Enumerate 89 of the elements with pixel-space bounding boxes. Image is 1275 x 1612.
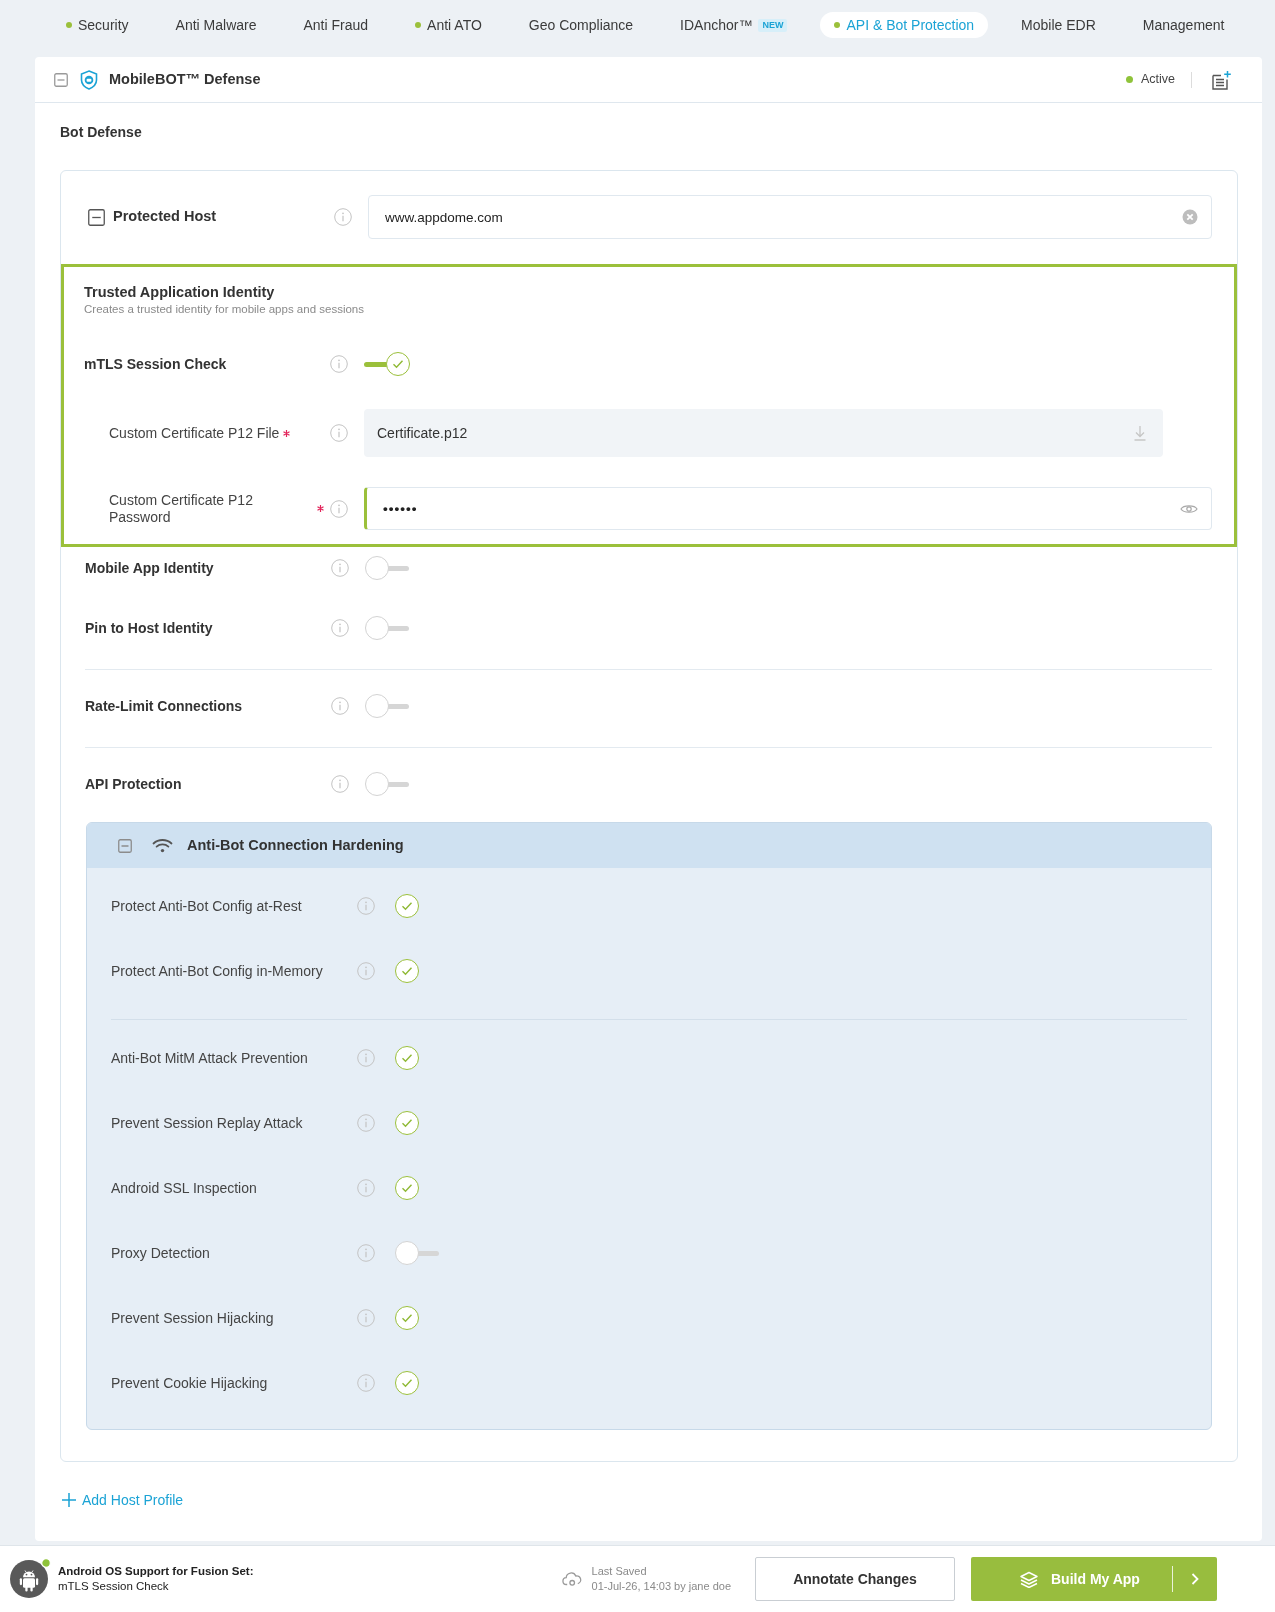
check-icon	[392, 359, 404, 369]
nav-tab[interactable]: Geo Compliance	[514, 12, 648, 38]
setting-label: Mobile App Identity	[85, 558, 214, 578]
setting-label: Prevent Session Hijacking	[111, 1309, 274, 1327]
chevron-right-icon[interactable]	[1191, 1573, 1199, 1585]
setting-label: Custom Certificate P12 File	[109, 424, 280, 442]
host-label: Protected Host	[113, 207, 217, 227]
last-saved-detail: 01-Jul-26, 14:03 by jane doe	[591, 1579, 731, 1594]
setting-label: Prevent Cookie Hijacking	[111, 1374, 268, 1392]
group-subtitle: Creates a trusted identity for mobile apps and sessions	[84, 302, 365, 317]
toggle-switch[interactable]	[395, 959, 419, 983]
password-field[interactable]: ••••••	[364, 487, 1212, 530]
info-icon[interactable]	[334, 208, 352, 226]
setting-label: Android SSL Inspection	[111, 1179, 257, 1197]
toggle-switch[interactable]	[395, 1111, 419, 1135]
new-badge: NEW	[758, 18, 788, 32]
toggle-switch[interactable]	[395, 1306, 419, 1330]
info-icon[interactable]	[357, 1374, 375, 1392]
status-dot-icon	[1125, 76, 1133, 83]
setting-label: Proxy Detection	[111, 1244, 210, 1262]
setting-label: Protect Anti-Bot Config at-Rest	[111, 897, 302, 915]
info-icon[interactable]	[331, 775, 349, 793]
section-title: Bot Defense	[60, 123, 143, 141]
add-note-icon[interactable]	[1210, 69, 1232, 90]
platform-title: Android OS Support for Fusion Set:	[58, 1564, 254, 1579]
annotate-button[interactable]: Annotate Changes	[755, 1557, 955, 1601]
wifi-icon	[152, 838, 173, 853]
platform-detail: mTLS Session Check	[58, 1579, 170, 1594]
info-icon[interactable]	[357, 1114, 375, 1132]
nav-tab[interactable]: Management	[1128, 12, 1239, 38]
setting-label: Prevent Session Replay Attack	[111, 1114, 303, 1132]
nav-tab[interactable]: IDAnchor™ NEW	[666, 12, 802, 38]
collapse-icon[interactable]	[88, 208, 105, 226]
toggle-switch[interactable]	[395, 1241, 441, 1265]
last-saved-label: Last Saved	[591, 1564, 648, 1579]
info-icon[interactable]	[331, 619, 349, 637]
nav-tab[interactable]: Anti ATO	[401, 12, 496, 38]
info-icon[interactable]	[357, 1179, 375, 1197]
info-icon[interactable]	[357, 1309, 375, 1327]
group-title: Trusted Application Identity	[84, 283, 276, 302]
toggle-switch[interactable]	[365, 694, 411, 718]
check-icon	[401, 1118, 413, 1128]
setting-label: API Protection	[85, 774, 182, 794]
toggle-switch[interactable]	[364, 352, 410, 376]
setting-label: Pin to Host Identity	[85, 618, 213, 638]
nav-tab[interactable]: Security	[52, 12, 143, 38]
info-icon[interactable]	[330, 499, 348, 518]
eye-icon[interactable]	[1180, 502, 1198, 515]
check-icon	[401, 901, 413, 911]
plus-icon	[62, 1493, 76, 1507]
clear-icon[interactable]	[1182, 209, 1198, 225]
android-icon	[10, 1560, 48, 1598]
nav-tab[interactable]: Anti Malware	[161, 12, 271, 38]
check-icon	[401, 1053, 413, 1063]
info-icon[interactable]	[331, 697, 349, 715]
setting-label: Rate-Limit Connections	[85, 696, 243, 716]
toggle-switch[interactable]	[395, 1046, 419, 1070]
toggle-switch[interactable]	[395, 1176, 419, 1200]
info-icon[interactable]	[357, 897, 375, 915]
panel-title: MobileBOT™ Defense	[109, 69, 261, 89]
info-icon[interactable]	[357, 1049, 375, 1067]
check-icon	[401, 1183, 413, 1193]
file-field[interactable]: Certificate.p12	[364, 409, 1163, 457]
host-input-field[interactable]: www.appdome.com	[368, 195, 1212, 239]
toggle-switch[interactable]	[395, 894, 419, 918]
download-icon[interactable]	[1133, 425, 1147, 441]
setting-label: Anti-Bot MitM Attack Prevention	[111, 1049, 308, 1067]
layers-icon	[1019, 1570, 1039, 1588]
toggle-switch[interactable]	[365, 772, 411, 796]
nav-tab[interactable]: Anti Fraud	[289, 12, 383, 38]
info-icon[interactable]	[330, 424, 348, 442]
check-icon	[401, 1313, 413, 1323]
info-icon[interactable]	[357, 1244, 375, 1262]
cloud-icon	[561, 1571, 582, 1587]
info-icon[interactable]	[331, 559, 349, 577]
check-icon	[401, 1378, 413, 1388]
shield-icon	[80, 69, 98, 90]
nav-tab[interactable]: Mobile EDR	[1007, 12, 1110, 38]
check-icon	[401, 966, 413, 976]
setting-label: Protect Anti-Bot Config in-Memory	[111, 962, 323, 980]
setting-label: mTLS Session Check	[84, 354, 227, 374]
status-label: Active	[1140, 71, 1175, 89]
toggle-switch[interactable]	[365, 616, 411, 640]
setting-label: Custom Certificate P12 Password	[109, 491, 254, 526]
info-icon[interactable]	[357, 962, 375, 980]
toggle-switch[interactable]	[395, 1371, 419, 1395]
toggle-switch[interactable]	[365, 556, 411, 580]
section-title: Anti-Bot Connection Hardening	[187, 835, 404, 855]
info-icon[interactable]	[330, 355, 348, 373]
